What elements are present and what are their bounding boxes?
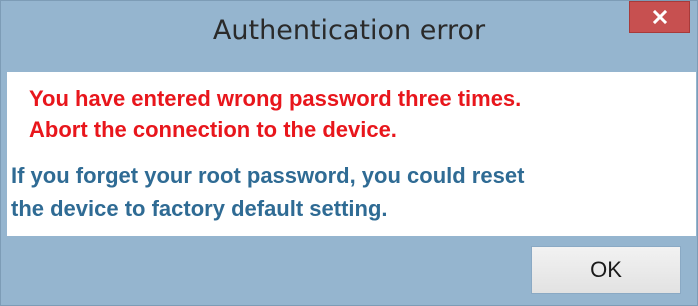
error-message-line-2: Abort the connection to the device. bbox=[29, 117, 397, 142]
title-bar[interactable]: Authentication error bbox=[1, 1, 697, 59]
close-button[interactable] bbox=[629, 1, 690, 33]
message-panel: You have entered wrong password three ti… bbox=[7, 72, 696, 236]
info-message-line-1: If you forget your root password, you co… bbox=[11, 163, 525, 188]
ok-button[interactable]: OK bbox=[531, 246, 681, 294]
auth-error-dialog: Authentication error You have entered wr… bbox=[0, 0, 698, 306]
error-message-line-1: You have entered wrong password three ti… bbox=[29, 86, 522, 111]
close-icon bbox=[652, 9, 668, 25]
dialog-title: Authentication error bbox=[212, 15, 486, 46]
info-message-line-2: the device to factory default setting. bbox=[11, 196, 388, 221]
